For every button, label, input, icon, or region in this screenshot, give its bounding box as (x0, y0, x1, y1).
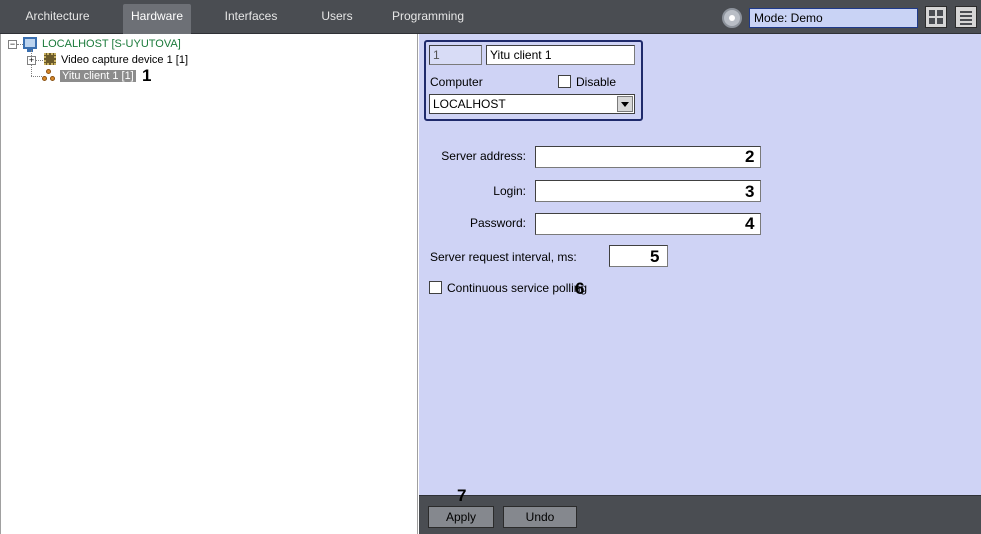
server-address-label: Server address: (441, 149, 526, 163)
root-collapse-toggle[interactable]: − (8, 40, 17, 49)
annotation-7: 7 (457, 486, 467, 505)
video-device-expand-toggle[interactable]: + (27, 56, 36, 65)
tab-users[interactable]: Users (308, 4, 366, 34)
grid-icon (929, 10, 943, 24)
tree-root-localhost[interactable]: LOCALHOST [S-UYUTOVA] (42, 36, 181, 52)
server-request-interval-label: Server request interval, ms: (430, 250, 577, 264)
menu-icon (960, 11, 972, 27)
server-address-input[interactable] (535, 146, 761, 168)
tab-hardware[interactable]: Hardware (123, 4, 191, 34)
layout-grid-button[interactable] (925, 6, 947, 28)
object-id-field: 1 (429, 45, 482, 65)
mode-settings-icon[interactable] (722, 8, 742, 28)
annotation-6: 6 (575, 279, 585, 298)
mode-indicator[interactable]: Mode: Demo (749, 8, 918, 28)
password-label: Password: (469, 216, 526, 230)
continuous-polling-label: Continuous service polling (447, 281, 588, 295)
login-label: Login: (493, 184, 526, 198)
apply-button[interactable]: Apply (428, 506, 494, 528)
password-input[interactable] (535, 213, 761, 235)
annotation-3: 3 (745, 182, 755, 201)
tab-programming[interactable]: Programming (385, 4, 471, 34)
annotation-1: 1 (142, 66, 152, 85)
tree-item-video-capture-device[interactable]: Video capture device 1 [1] (61, 52, 188, 68)
continuous-polling-checkbox[interactable] (429, 281, 442, 294)
chevron-down-icon[interactable] (617, 96, 633, 112)
video-capture-device-icon (44, 53, 56, 65)
annotation-5: 5 (650, 247, 660, 266)
disable-label: Disable (576, 75, 617, 89)
computer-select[interactable]: LOCALHOST (429, 94, 635, 114)
object-name-field[interactable]: Yitu client 1 (486, 45, 635, 65)
main-menu-button[interactable] (955, 6, 977, 28)
annotation-2: 2 (745, 147, 755, 166)
tree-item-yitu-client[interactable]: Yitu client 1 [1] (60, 68, 136, 84)
top-tab-bar: Architecture Hardware Interfaces Users P… (0, 0, 981, 34)
annotation-4: 4 (745, 214, 755, 233)
tab-architecture[interactable]: Architecture (10, 4, 105, 34)
yitu-client-icon (42, 69, 56, 82)
login-input[interactable] (535, 180, 761, 202)
tree-item-yitu-client-label: Yitu client 1 [1] (60, 70, 136, 82)
computer-select-value: LOCALHOST (433, 97, 506, 111)
hardware-tree (0, 34, 418, 534)
computer-icon (23, 37, 37, 52)
undo-button[interactable]: Undo (503, 506, 577, 528)
disable-checkbox[interactable] (558, 75, 571, 88)
tab-interfaces[interactable]: Interfaces (212, 4, 290, 34)
computer-label: Computer (430, 75, 483, 89)
